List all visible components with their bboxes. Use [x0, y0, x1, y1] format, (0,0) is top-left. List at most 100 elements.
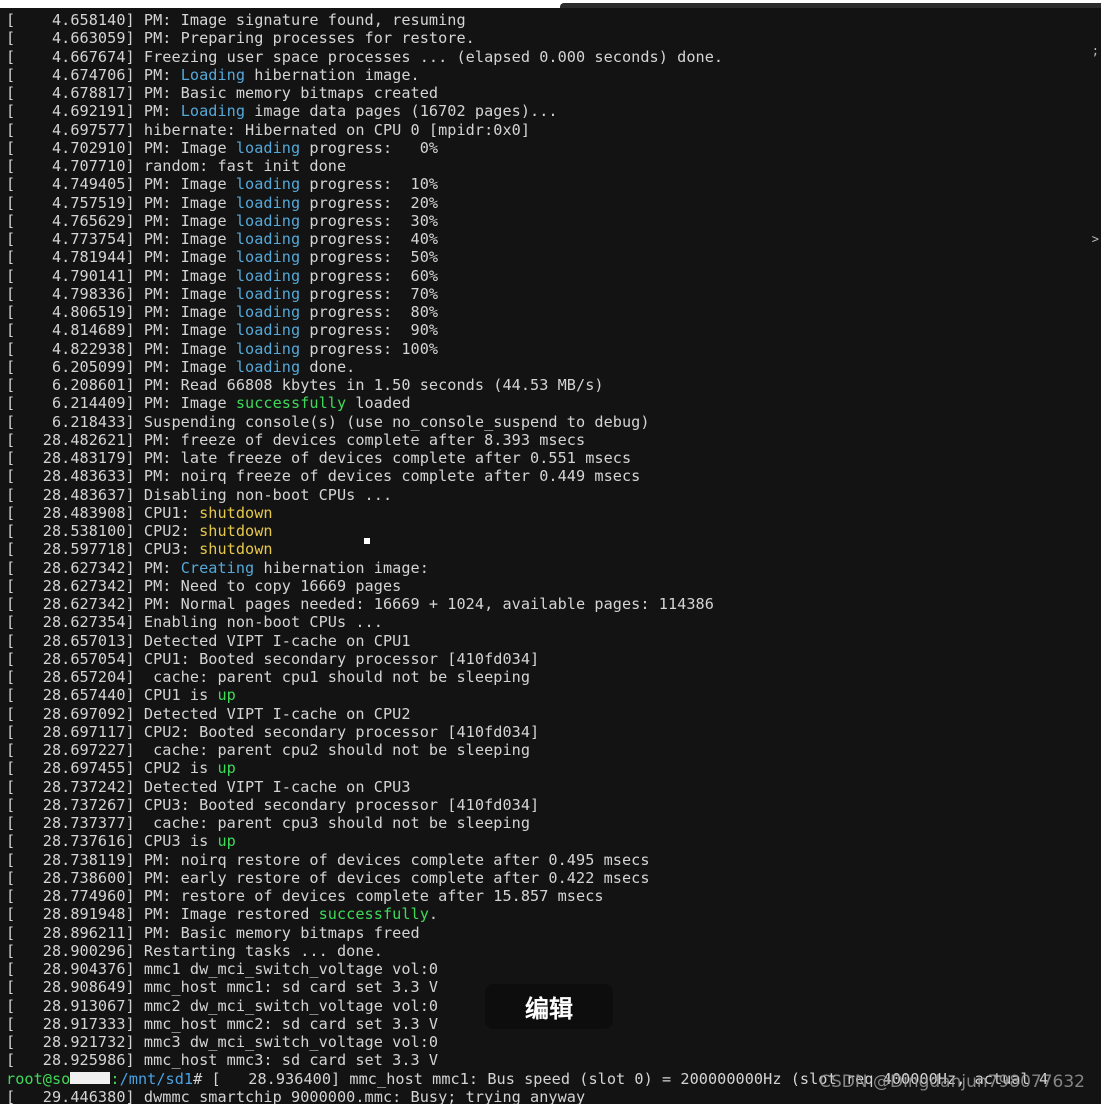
terminal-line: [ 4.798336] PM: Image loading progress: …: [6, 285, 1048, 303]
line-text: image data pages (16702 pages)...: [245, 102, 558, 121]
line-text: progress: 0%: [300, 138, 439, 157]
terminal-line: [ 28.627342] PM: Need to copy 16669 page…: [6, 577, 1048, 595]
line-text: [ 28.627342] PM: Normal pages needed: 16…: [6, 595, 714, 613]
line-text: [ 29.446380] dwmmc_smartchip 9000000.mmc…: [6, 1087, 586, 1104]
terminal-line: [ 28.482621] PM: freeze of devices compl…: [6, 431, 1048, 449]
window-tab-strip: [560, 3, 1101, 8]
line-text: [ 28.483179] PM: late freeze of devices …: [6, 449, 632, 467]
terminal-line: [ 4.781944] PM: Image loading progress: …: [6, 248, 1048, 266]
line-text: [ 28.737616] CPU3 is: [6, 832, 218, 851]
line-text: hibernation image:: [254, 558, 429, 577]
line-text: [ 28.913067] mmc2 dw_mci_switch_voltage …: [6, 996, 439, 1015]
terminal-output[interactable]: [ 4.658140] PM: Image signature found, r…: [6, 11, 1048, 1104]
terminal-line: [ 28.896211] PM: Basic memory bitmaps fr…: [6, 924, 1048, 942]
terminal-line: [ 28.738119] PM: noirq restore of device…: [6, 851, 1048, 869]
line-text: [ 28.597718] CPU3:: [6, 540, 200, 559]
line-text: progress: 20%: [300, 193, 439, 212]
terminal-line: [ 28.737267] CPU3: Booted secondary proc…: [6, 796, 1048, 814]
line-text: [ 28.697117] CPU2: Booted secondary proc…: [6, 722, 540, 741]
line-text: [ 4.790141] PM: Image: [6, 266, 236, 285]
line-text: [ 6.214409] PM: Image: [6, 394, 236, 413]
terminal-line: [ 4.707710] random: fast init done: [6, 157, 1048, 175]
line-text: [ 28.627354] Enabling non-boot CPUs ...: [6, 613, 383, 632]
terminal-line: [ 28.483633] PM: noirq freeze of devices…: [6, 467, 1048, 485]
highlighted-text: /mnt/sd1: [119, 1069, 194, 1088]
highlighted-text: loading: [235, 339, 301, 358]
terminal-line: [ 4.658140] PM: Image signature found, r…: [6, 11, 1048, 29]
terminal-line: [ 4.692191] PM: Loading image data pages…: [6, 102, 1048, 120]
line-text: [ 4.822938] PM: Image: [6, 339, 236, 358]
line-text: [ 28.657013] Detected VIPT I-cache on CP…: [6, 631, 411, 650]
terminal-line: [ 6.218433] Suspending console(s) (use n…: [6, 413, 1048, 431]
highlighted-text: loading: [235, 230, 301, 248]
csdn-watermark: CSDN @Dingdanjun798077632: [819, 1072, 1085, 1092]
terminal-line: [ 4.765629] PM: Image loading progress: …: [6, 212, 1048, 230]
terminal-line: [ 4.806519] PM: Image loading progress: …: [6, 303, 1048, 321]
line-text: [ 28.917333] mmc_host mmc2: sd card set …: [6, 1014, 439, 1033]
terminal-line: [ 28.737242] Detected VIPT I-cache on CP…: [6, 778, 1048, 796]
line-text: progress: 40%: [300, 230, 439, 248]
line-text: [ 4.697577] hibernate: Hibernated on CPU…: [6, 120, 531, 139]
line-text: [ 28.738600] PM: early restore of device…: [6, 868, 650, 887]
terminal-line: [ 28.737616] CPU3 is up: [6, 832, 1048, 850]
line-text: [ 28.483633] PM: noirq freeze of devices…: [6, 467, 641, 486]
highlighted-text: loading: [235, 248, 301, 267]
line-text: done.: [300, 357, 356, 376]
line-text: [ 4.674706] PM:: [6, 65, 181, 84]
redacted-hostname: [70, 1071, 111, 1084]
terminal-line: [ 28.483179] PM: late freeze of devices …: [6, 449, 1048, 467]
line-text: [ 4.806519] PM: Image: [6, 303, 236, 321]
line-text: [ 6.218433] Suspending console(s) (use n…: [6, 412, 650, 431]
edit-button[interactable]: 编辑: [485, 984, 613, 1029]
terminal-line: [ 4.678817] PM: Basic memory bitmaps cre…: [6, 84, 1048, 102]
line-text: [ 28.627342] PM: Need to copy 16669 page…: [6, 576, 402, 595]
terminal-line: [ 28.925986] mmc_host mmc3: sd card set …: [6, 1051, 1048, 1069]
highlighted-text: :: [110, 1069, 120, 1088]
terminal-line: [ 4.663059] PM: Preparing processes for …: [6, 29, 1048, 47]
edge-mark-mid: >: [1091, 232, 1099, 246]
line-text: [ 6.208601] PM: Read 66808 kbytes in 1.5…: [6, 376, 604, 394]
terminal-line: [ 28.737377] cache: parent cpu3 should n…: [6, 814, 1048, 832]
line-text: [ 28.657204] cache: parent cpu1 should n…: [6, 668, 531, 686]
line-text: [ 4.663059] PM: Preparing processes for …: [6, 29, 475, 48]
line-text: [ 28.657440] CPU1 is: [6, 686, 218, 705]
highlighted-text: root@so: [6, 1069, 71, 1088]
line-text: [ 4.707710] random: fast init done: [6, 157, 347, 175]
terminal-line: [ 28.597718] CPU3: shutdown: [6, 540, 1048, 558]
line-text: progress: 30%: [300, 211, 439, 230]
highlighted-text: loading: [235, 138, 301, 157]
terminal-line: [ 28.697117] CPU2: Booted secondary proc…: [6, 723, 1048, 741]
terminal-line: [ 6.214409] PM: Image successfully loade…: [6, 394, 1048, 412]
line-text: progress: 50%: [300, 248, 439, 267]
line-text: [ 28.737267] CPU3: Booted secondary proc…: [6, 795, 540, 814]
terminal-line: [ 28.904376] mmc1 dw_mci_switch_voltage …: [6, 960, 1048, 978]
line-text: [ 28.482621] PM: freeze of devices compl…: [6, 430, 586, 449]
highlighted-text: successfully: [235, 394, 347, 413]
terminal-line: [ 28.697455] CPU2 is up: [6, 759, 1048, 777]
highlighted-text: shutdown: [199, 503, 273, 522]
highlighted-text: shutdown: [199, 540, 273, 559]
terminal-line: [ 28.627342] PM: Normal pages needed: 16…: [6, 595, 1048, 613]
line-text: progress: 80%: [300, 303, 439, 321]
mouse-cursor-dot: [364, 538, 370, 544]
highlighted-text: loading: [235, 357, 301, 376]
line-text: [ 28.657054] CPU1: Booted secondary proc…: [6, 649, 540, 668]
line-text: loaded: [346, 394, 411, 413]
terminal-line: [ 4.702910] PM: Image loading progress: …: [6, 139, 1048, 157]
highlighted-text: successfully: [318, 905, 429, 924]
terminal-line: [ 4.667674] Freezing user space processe…: [6, 48, 1048, 66]
line-text: progress: 90%: [300, 321, 439, 340]
highlighted-text: Loading: [180, 102, 246, 121]
terminal-line: [ 28.627354] Enabling non-boot CPUs ...: [6, 613, 1048, 631]
line-text: [ 28.737242] Detected VIPT I-cache on CP…: [6, 777, 411, 796]
terminal-line: [ 4.674706] PM: Loading hibernation imag…: [6, 66, 1048, 84]
highlighted-text: loading: [235, 175, 301, 194]
terminal-line: [ 28.627342] PM: Creating hibernation im…: [6, 559, 1048, 577]
line-text: [ 28.896211] PM: Basic memory bitmaps fr…: [6, 923, 420, 942]
terminal-line: [ 4.757519] PM: Image loading progress: …: [6, 194, 1048, 212]
highlighted-text: loading: [235, 303, 301, 321]
terminal-window[interactable]: [ 4.658140] PM: Image signature found, r…: [0, 0, 1101, 1104]
terminal-line: [ 28.900296] Restarting tasks ... done.: [6, 942, 1048, 960]
line-text: [ 28.697227] cache: parent cpu2 should n…: [6, 741, 531, 759]
line-text: [ 28.891948] PM: Image restored: [6, 905, 319, 924]
